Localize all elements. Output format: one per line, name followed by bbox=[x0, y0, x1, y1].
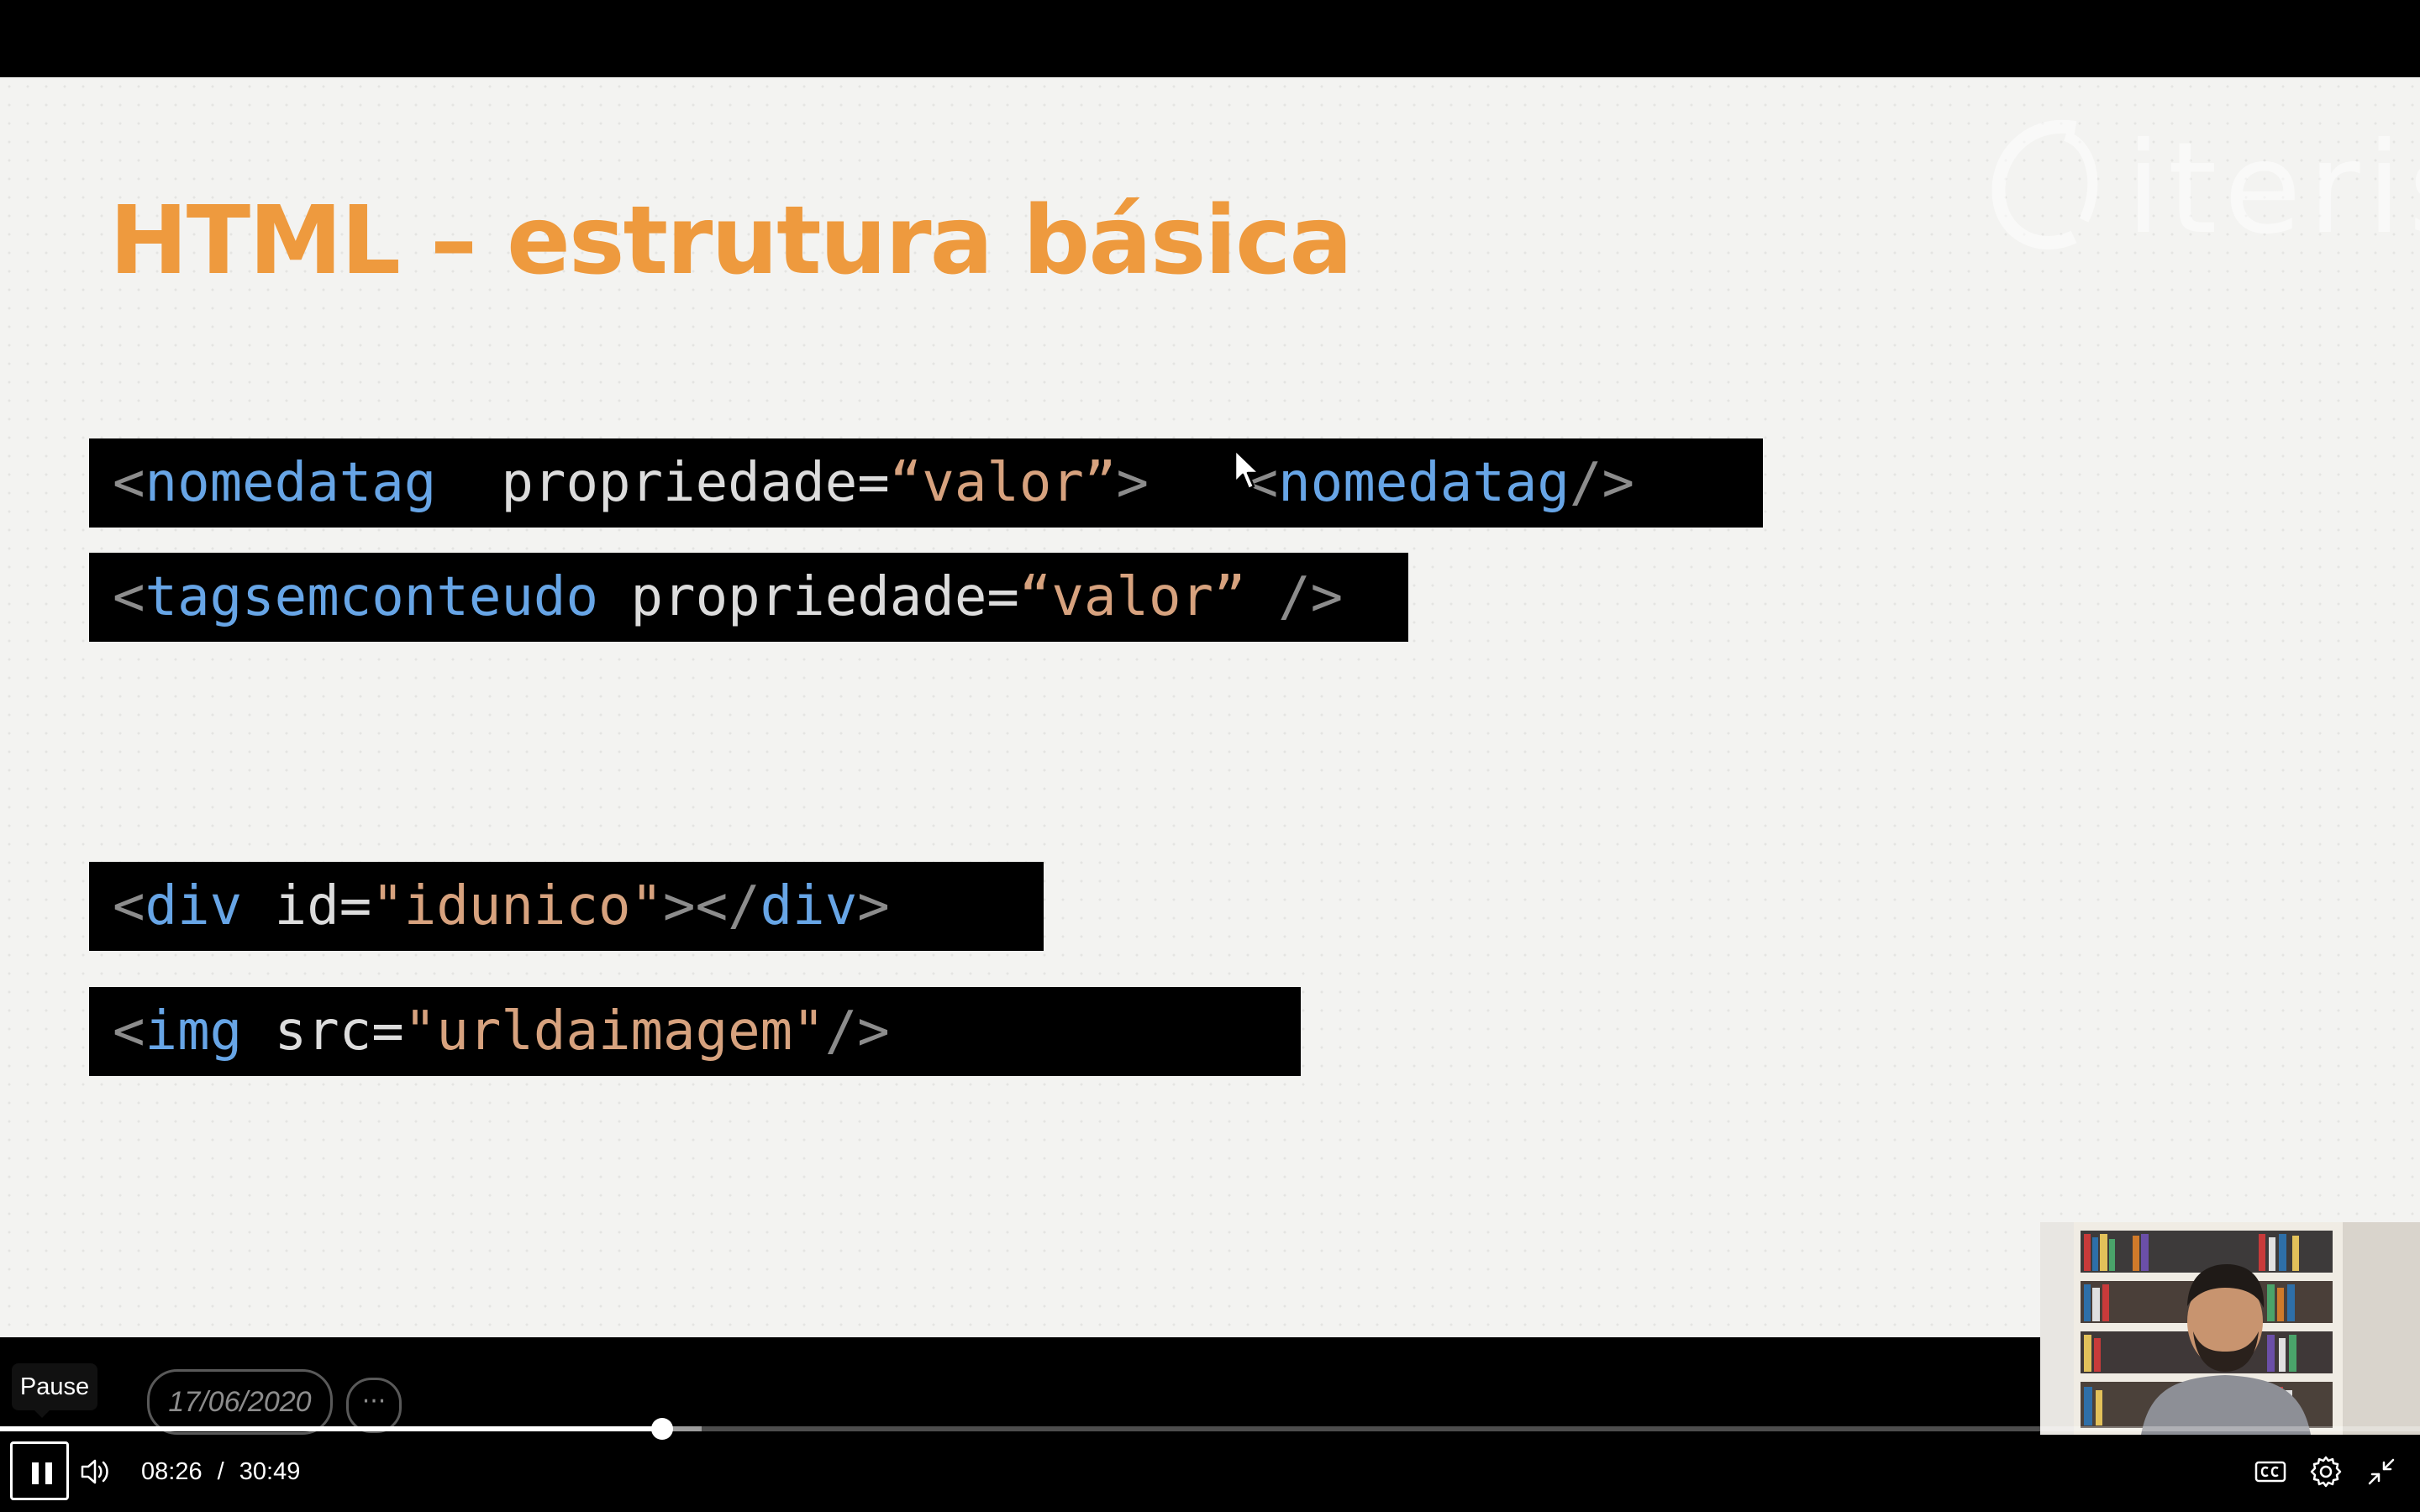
volume-icon bbox=[81, 1459, 108, 1484]
code-token: div bbox=[145, 875, 243, 937]
code-token: id= bbox=[242, 875, 372, 937]
slide-title: HTML – estrutura básica bbox=[109, 186, 1353, 296]
progress-scrubber-handle[interactable] bbox=[650, 1418, 673, 1440]
exit-fullscreen-icon bbox=[2368, 1458, 2395, 1485]
code-token: “valor” bbox=[1018, 566, 1246, 628]
code-token: < bbox=[113, 1000, 145, 1063]
gear-icon bbox=[2310, 1456, 2342, 1488]
slide-more-icon: ··· bbox=[346, 1378, 402, 1433]
code-token: < bbox=[113, 875, 145, 937]
code-token: > bbox=[857, 875, 890, 937]
code-token: propriedade= bbox=[597, 566, 1019, 628]
code-token: > bbox=[1116, 452, 1214, 514]
slide-date-label: 17/06/2020 bbox=[147, 1369, 333, 1435]
time-separator: / bbox=[217, 1458, 224, 1485]
code-token: propriedade= bbox=[436, 452, 890, 514]
code-token: tagsemconteudo bbox=[145, 566, 598, 628]
code-token: "idunico" bbox=[371, 875, 664, 937]
progress-played bbox=[0, 1426, 662, 1431]
code-token: nomedatag bbox=[145, 452, 437, 514]
time-display: 08:26 / 30:49 bbox=[141, 1453, 300, 1490]
current-time: 08:26 bbox=[141, 1458, 203, 1485]
code-token: "urldaimagem" bbox=[403, 1000, 825, 1063]
player-control-bar bbox=[0, 1435, 2420, 1512]
logo-wordmark: iteris bbox=[2126, 116, 2420, 262]
code-token: “valor” bbox=[889, 452, 1117, 514]
code-token: nomedatag bbox=[1278, 452, 1570, 514]
volume-button[interactable] bbox=[77, 1453, 114, 1490]
code-line-2: <tagsemconteudo propriedade=“valor” /> bbox=[89, 553, 1408, 642]
closed-captions-icon bbox=[2254, 1461, 2286, 1483]
code-token: /> bbox=[1569, 452, 1634, 514]
code-line-4: <img src="urldaimagem"/> bbox=[89, 987, 1301, 1076]
exit-fullscreen-button[interactable] bbox=[2363, 1453, 2400, 1490]
code-token: < bbox=[113, 566, 145, 628]
duration: 30:49 bbox=[239, 1458, 301, 1485]
pause-button[interactable] bbox=[10, 1441, 69, 1500]
code-line-1: <nomedatag propriedade=“valor”> <nomedat… bbox=[89, 438, 1763, 528]
code-token: /> bbox=[1245, 566, 1344, 628]
code-token: < bbox=[113, 452, 145, 514]
tooltip-arrow bbox=[34, 1410, 50, 1418]
presenter-webcam bbox=[2040, 1222, 2420, 1435]
logo-mark-icon bbox=[1991, 119, 2098, 249]
code-token: src= bbox=[242, 1000, 404, 1063]
pause-tooltip: Pause bbox=[12, 1363, 97, 1410]
iteris-logo: iteris bbox=[1975, 111, 2420, 262]
video-frame-slide: HTML – estrutura básica iteris <nomedata… bbox=[0, 77, 2420, 1337]
code-token: img bbox=[145, 1000, 243, 1063]
mouse-pointer-icon bbox=[1234, 449, 1260, 491]
code-token: ></ bbox=[663, 875, 760, 937]
settings-button[interactable] bbox=[2307, 1453, 2344, 1490]
captions-button[interactable] bbox=[2254, 1457, 2287, 1487]
progress-bar[interactable] bbox=[0, 1418, 2420, 1440]
code-line-3: <div id="idunico"></div> bbox=[89, 862, 1044, 951]
code-token: /> bbox=[824, 1000, 890, 1063]
presenter-video-image bbox=[2040, 1222, 2420, 1435]
video-top-bar bbox=[0, 0, 2420, 77]
code-token: div bbox=[760, 875, 858, 937]
